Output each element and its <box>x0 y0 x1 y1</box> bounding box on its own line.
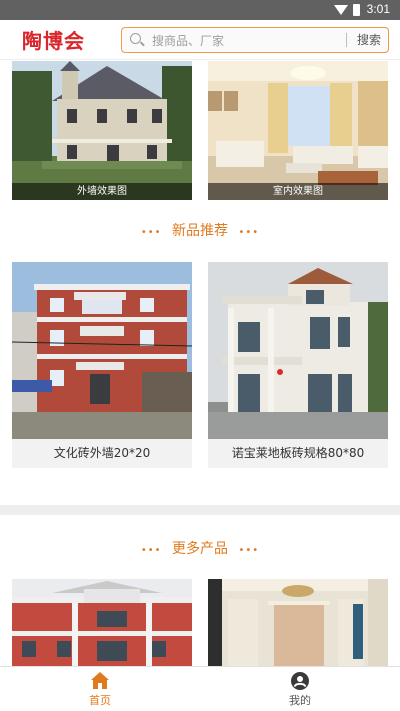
section-new-products-title: ••• 新品推荐 ••• <box>0 220 400 240</box>
tab-home[interactable]: 首页 <box>0 667 200 711</box>
card-caption: 室内效果图 <box>208 183 388 200</box>
search-divider <box>346 33 347 47</box>
card-caption: 外墙效果图 <box>12 183 192 200</box>
section-title-text: 更多产品 <box>172 541 228 557</box>
product-card[interactable]: 文化砖外墙20*20 <box>12 262 192 468</box>
tab-mine-label: 我的 <box>289 694 311 707</box>
status-bar: 3:01 <box>0 0 400 20</box>
ceiling-interior-image <box>208 579 388 666</box>
section-title-text: 新品推荐 <box>172 223 228 239</box>
search-input[interactable]: 搜商品、厂家 <box>152 32 224 49</box>
section-more-products-title: ••• 更多产品 ••• <box>0 538 400 558</box>
search-icon <box>130 33 141 44</box>
villa-exterior-image <box>12 61 192 200</box>
brick-house-image <box>12 262 192 439</box>
dots-decoration: ••• <box>238 227 260 238</box>
search-button[interactable]: 搜索 <box>351 31 387 48</box>
status-time: 3:01 <box>366 2 390 16</box>
tab-home-label: 首页 <box>89 694 111 707</box>
living-room-image <box>208 61 388 200</box>
exterior-effect-card[interactable]: 外墙效果图 <box>12 61 192 200</box>
user-icon <box>291 672 309 690</box>
dots-decoration: ••• <box>140 227 162 238</box>
product-card[interactable] <box>208 579 388 666</box>
bottom-tab-bar: 首页 我的 <box>0 666 400 710</box>
home-icon <box>91 672 109 689</box>
product-card[interactable] <box>12 579 192 666</box>
search-box[interactable]: 搜商品、厂家 搜索 <box>121 27 389 53</box>
dots-decoration: ••• <box>238 545 260 556</box>
wifi-icon <box>334 5 348 15</box>
white-villa-image <box>208 262 388 439</box>
app-header: 陶博会 搜商品、厂家 搜索 <box>0 20 400 60</box>
product-name: 诺宝莱地板砖规格80*80 <box>231 446 365 460</box>
dots-decoration: ••• <box>140 545 162 556</box>
red-villa-image <box>12 579 192 666</box>
interior-effect-card[interactable]: 室内效果图 <box>208 61 388 200</box>
product-card[interactable]: 诺宝莱地板砖规格80*80 <box>208 262 388 468</box>
tab-mine[interactable]: 我的 <box>200 667 400 711</box>
app-logo: 陶博会 <box>22 29 85 53</box>
section-divider <box>0 505 400 515</box>
battery-icon <box>353 4 360 16</box>
product-name: 文化砖外墙20*20 <box>53 446 151 460</box>
